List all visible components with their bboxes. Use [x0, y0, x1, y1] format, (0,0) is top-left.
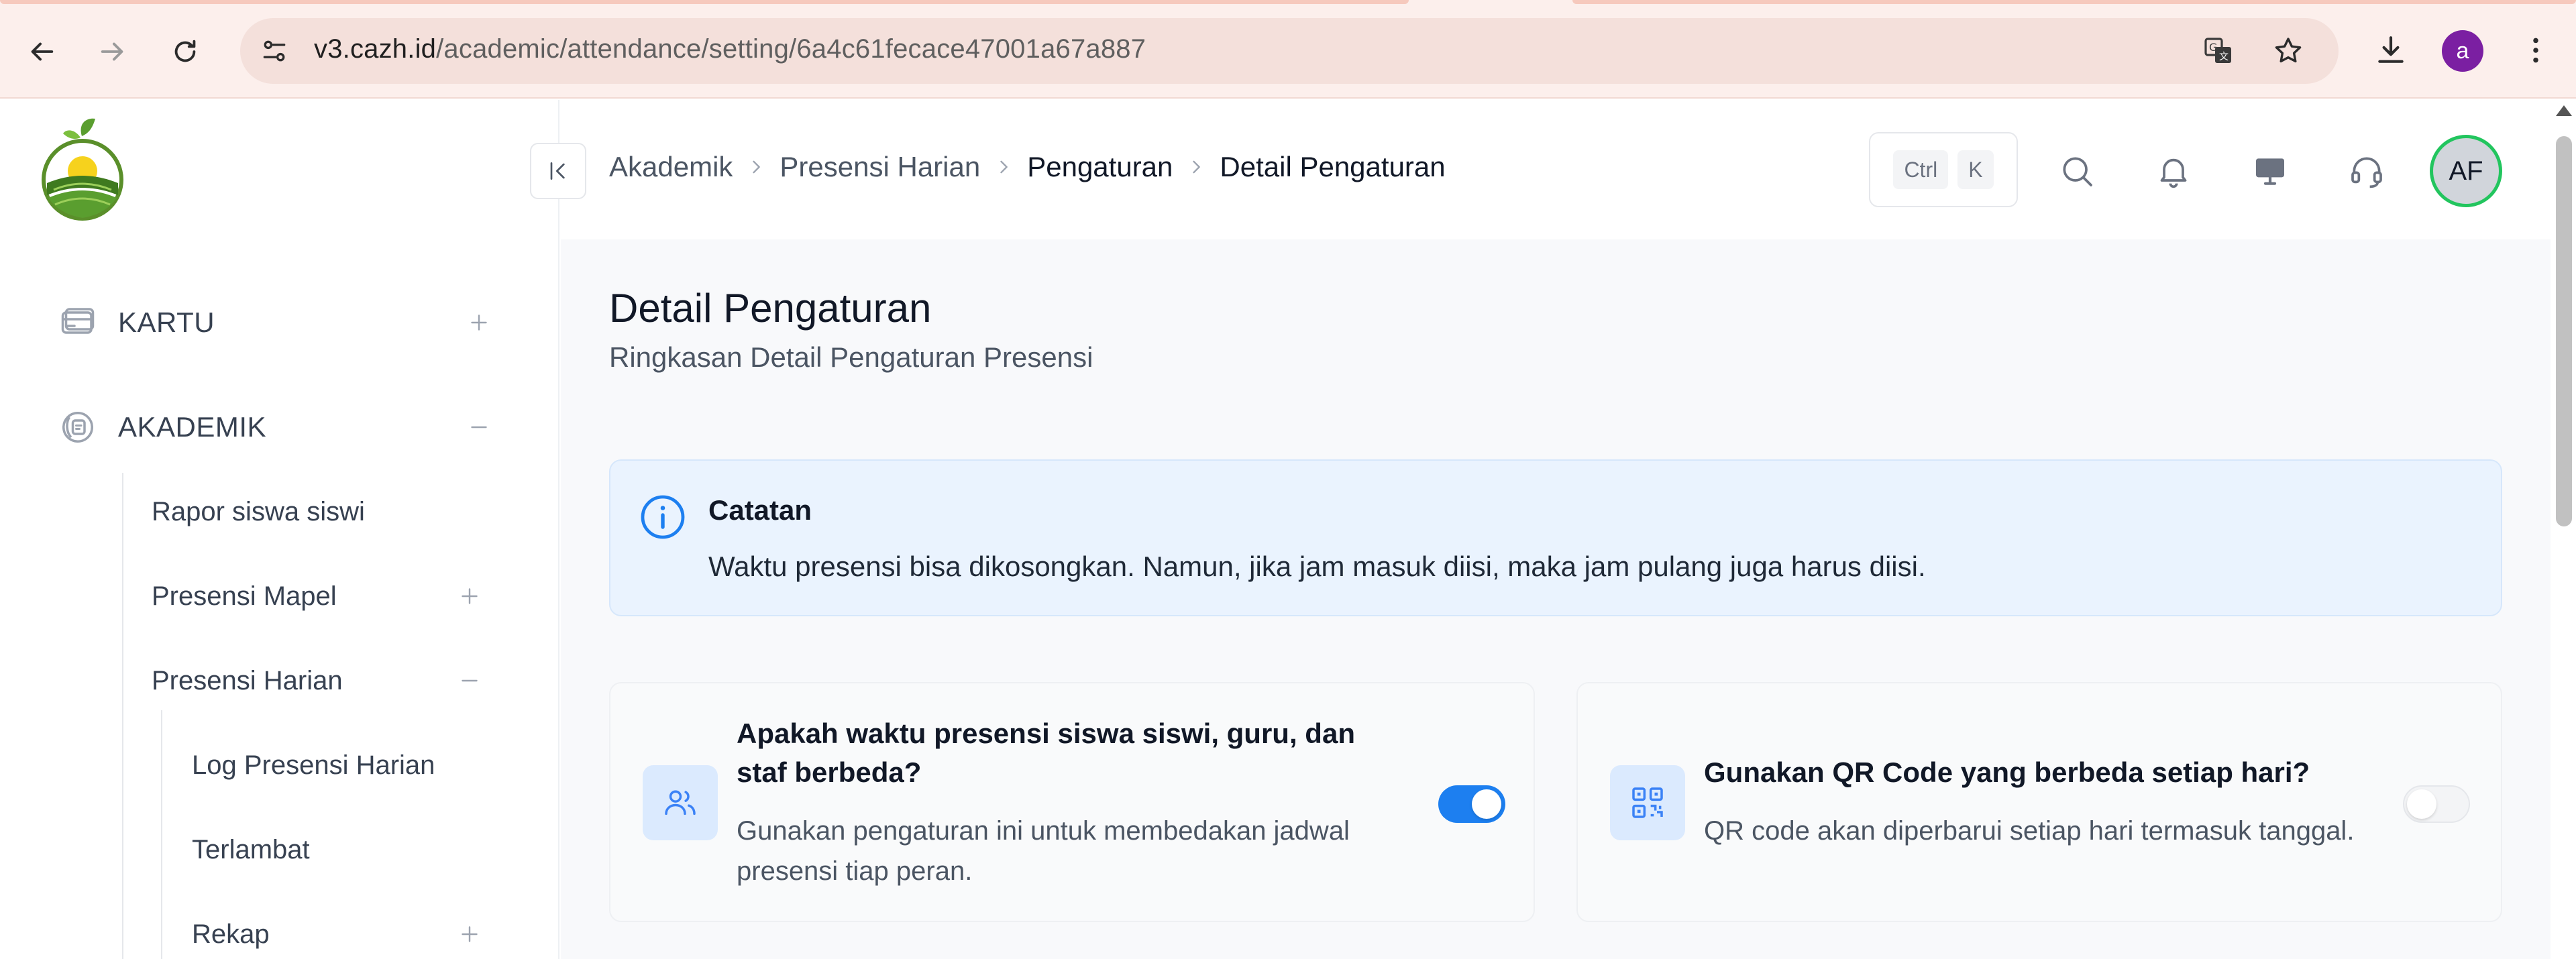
submenu-guide-line	[122, 473, 123, 959]
setting-card-daily-qr: Gunakan QR Code yang berbeda setiap hari…	[1576, 682, 2502, 922]
translate-icon[interactable]: G文	[2200, 33, 2237, 69]
different-times-toggle[interactable]	[1438, 785, 1505, 823]
card-icon	[56, 301, 99, 344]
sidebar-subitem-terlambat[interactable]: Terlambat	[192, 823, 310, 877]
address-bar[interactable]: v3.cazh.id/academic/attendance/setting/6…	[240, 18, 2339, 84]
sidebar-subitem-presensi-mapel[interactable]: Presensi Mapel	[152, 569, 337, 623]
kbd-ctrl: Ctrl	[1893, 150, 1949, 189]
qr-code-icon	[1610, 765, 1685, 840]
minus-icon[interactable]	[466, 414, 492, 441]
plus-icon[interactable]	[456, 583, 483, 610]
breadcrumb-current: Detail Pengaturan	[1220, 151, 1446, 182]
card-title: Gunakan QR Code yang berbeda setiap hari…	[1704, 756, 2310, 788]
sidebar-subitem-rapor[interactable]: Rapor siswa siswi	[152, 485, 365, 539]
scroll-thumb[interactable]	[2556, 136, 2572, 526]
chevron-right-icon	[1173, 158, 1220, 176]
top-header: Akademik Presensi Harian Pengaturan Deta…	[530, 100, 2551, 239]
downloads-button[interactable]	[2369, 29, 2412, 72]
browser-toolbar: v3.cazh.id/academic/attendance/setting/6…	[0, 0, 2576, 99]
chevron-right-icon	[733, 158, 780, 176]
browser-menu-button[interactable]	[2514, 29, 2557, 72]
breadcrumb: Akademik Presensi Harian Pengaturan Deta…	[609, 151, 1446, 183]
kbd-k: K	[1957, 150, 1994, 189]
note-title: Catatan	[708, 494, 812, 526]
academic-icon	[56, 406, 99, 449]
setting-card-different-times: Apakah waktu presensi siswa siswi, guru,…	[609, 682, 1535, 922]
reload-button[interactable]	[164, 30, 207, 73]
bell-icon[interactable]	[2152, 150, 2195, 192]
card-description: QR code akan diperbarui setiap hari term…	[1704, 816, 2355, 846]
card-title-line1: Apakah waktu presensi siswa siswi, guru,…	[737, 718, 1355, 749]
sidebar-subitem-presensi-harian[interactable]: Presensi Harian	[152, 654, 343, 708]
page-subtitle: Ringkasan Detail Pengaturan Presensi	[609, 341, 1093, 373]
page-scrollbar[interactable]	[2551, 100, 2576, 959]
svg-text:G: G	[2209, 41, 2217, 54]
chevron-right-icon	[980, 158, 1027, 176]
daily-qr-toggle[interactable]	[2403, 785, 2470, 823]
plus-icon[interactable]	[466, 309, 492, 336]
download-icon	[2378, 36, 2404, 63]
monitor-icon[interactable]	[2249, 150, 2292, 192]
sidebar-item-akademik[interactable]: AKADEMIK	[56, 400, 492, 454]
reload-icon	[174, 40, 196, 62]
url-text[interactable]: v3.cazh.id/academic/attendance/setting/6…	[314, 34, 1146, 64]
svg-text:文: 文	[2219, 52, 2229, 62]
card-title-line2: staf berbeda?	[737, 756, 922, 788]
collapse-sidebar-button[interactable]	[530, 143, 586, 199]
info-note: Catatan Waktu presensi bisa dikosongkan.…	[609, 459, 2502, 616]
headset-icon[interactable]	[2345, 150, 2388, 192]
arrow-right-icon	[101, 42, 123, 61]
more-vertical-icon	[2533, 38, 2538, 63]
plus-icon[interactable]	[456, 921, 483, 948]
app-logo[interactable]	[39, 116, 126, 223]
forward-button[interactable]	[91, 30, 134, 73]
url-path: /academic/attendance/setting/6a4c61fecac…	[436, 34, 1146, 64]
sidebar: KARTU AKADEMIK Rapor siswa siswi Presens…	[0, 100, 559, 959]
main-content: Detail Pengaturan Ringkasan Detail Penga…	[561, 239, 2551, 959]
collapse-left-icon	[550, 162, 565, 180]
sidebar-subitem-rekap[interactable]: Rekap	[192, 907, 270, 959]
sidebar-subitem-log-presensi-harian[interactable]: Log Presensi Harian	[192, 738, 435, 792]
breadcrumb-item[interactable]: Presensi Harian	[780, 151, 980, 183]
url-host: v3.cazh.id	[314, 34, 437, 64]
info-icon	[639, 493, 687, 541]
breadcrumb-item[interactable]: Akademik	[609, 151, 733, 183]
sidebar-item-kartu[interactable]: KARTU	[56, 296, 492, 349]
browser-profile-avatar[interactable]: a	[2442, 30, 2483, 72]
command-palette-shortcut[interactable]: Ctrl K	[1869, 132, 2018, 207]
page-title: Detail Pengaturan	[609, 286, 932, 331]
tab-strip	[0, 0, 2576, 4]
search-icon[interactable]	[2055, 150, 2098, 192]
sidebar-item-label: KARTU	[118, 306, 215, 338]
submenu-guide-line	[161, 710, 162, 959]
user-avatar[interactable]: AF	[2430, 135, 2502, 207]
bookmark-star-icon[interactable]	[2270, 33, 2306, 69]
back-button[interactable]	[20, 30, 63, 73]
toggle-knob	[2407, 789, 2436, 819]
card-description-line1: Gunakan pengaturan ini untuk membedakan …	[737, 816, 1350, 846]
toggle-knob	[1472, 789, 1501, 819]
sidebar-item-label: AKADEMIK	[118, 411, 267, 443]
breadcrumb-item[interactable]: Pengaturan	[1027, 151, 1173, 183]
arrow-left-icon	[31, 42, 54, 61]
note-text: Waktu presensi bisa dikosongkan. Namun, …	[708, 551, 1926, 582]
scroll-up-arrow-icon[interactable]	[2556, 105, 2572, 116]
users-icon	[643, 765, 718, 840]
card-description-line2: presensi tiap peran.	[737, 856, 973, 886]
minus-icon[interactable]	[456, 667, 483, 694]
site-settings-icon[interactable]	[256, 33, 292, 69]
